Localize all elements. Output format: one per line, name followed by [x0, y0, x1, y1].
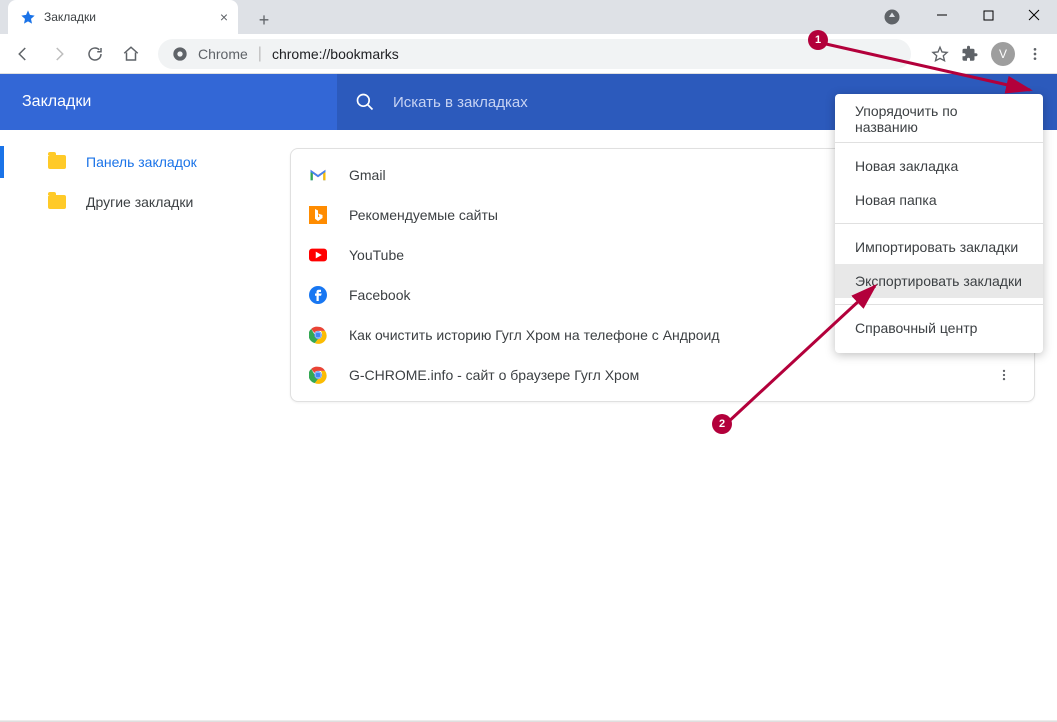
bookmark-label: Gmail: [349, 167, 386, 183]
menu-export-bookmarks[interactable]: Экспортировать закладки: [835, 264, 1043, 298]
menu-separator: [835, 142, 1043, 143]
star-icon: [20, 9, 36, 25]
menu-separator: [835, 223, 1043, 224]
bookmark-label: G-CHROME.info - сайт о браузере Гугл Хро…: [349, 367, 639, 383]
address-bar[interactable]: Chrome | chrome://bookmarks: [158, 39, 911, 69]
chrome-favicon-icon: [309, 366, 327, 384]
menu-import-bookmarks[interactable]: Импортировать закладки: [835, 230, 1043, 264]
sidebar-item-label: Другие закладки: [86, 194, 193, 210]
menu-separator: [835, 304, 1043, 305]
facebook-icon: [309, 286, 327, 304]
bookmark-star-icon[interactable]: [931, 45, 949, 63]
close-window-button[interactable]: [1011, 0, 1057, 30]
folder-icon: [48, 155, 66, 169]
bookmark-label: YouTube: [349, 247, 404, 263]
sidebar-item-label: Панель закладок: [86, 154, 197, 170]
back-button[interactable]: [8, 39, 38, 69]
gmail-icon: [309, 166, 327, 184]
chrome-favicon-icon: [309, 326, 327, 344]
bookmark-row[interactable]: G-CHROME.info - сайт о браузере Гугл Хро…: [291, 355, 1034, 395]
menu-new-bookmark[interactable]: Новая закладка: [835, 149, 1043, 183]
omnibox-url: chrome://bookmarks: [272, 46, 399, 62]
bing-icon: [309, 206, 327, 224]
browser-tab[interactable]: Закладки ×: [8, 0, 238, 34]
tab-close-icon[interactable]: ×: [220, 9, 228, 25]
toolbar-actions: V: [931, 42, 1043, 66]
maximize-button[interactable]: [965, 0, 1011, 30]
extensions-icon[interactable]: [961, 45, 979, 63]
tab-title: Закладки: [44, 10, 96, 24]
sidebar-item-other-bookmarks[interactable]: Другие закладки: [0, 182, 290, 222]
menu-help-center[interactable]: Справочный центр: [835, 311, 1043, 345]
home-button[interactable]: [116, 39, 146, 69]
omnibox-separator: |: [258, 45, 262, 63]
chrome-menu-icon[interactable]: [1027, 46, 1043, 62]
menu-new-folder[interactable]: Новая папка: [835, 183, 1043, 217]
annotation-badge-1: 1: [808, 30, 828, 50]
window-titlebar: Закладки × +: [0, 0, 1057, 34]
search-placeholder: Искать в закладках: [393, 94, 528, 111]
sidebar-item-bookmarks-bar[interactable]: Панель закладок: [0, 142, 290, 182]
new-tab-button[interactable]: +: [250, 6, 278, 34]
window-controls: [919, 0, 1057, 34]
menu-sort-by-name[interactable]: Упорядочить по названию: [835, 102, 1043, 136]
page-title: Закладки: [22, 93, 91, 111]
bookmark-label: Как очистить историю Гугл Хром на телефо…: [349, 327, 720, 343]
folder-icon: [48, 195, 66, 209]
youtube-icon: [309, 246, 327, 264]
organize-menu: Упорядочить по названию Новая закладка Н…: [835, 94, 1043, 353]
browser-toolbar: Chrome | chrome://bookmarks V: [0, 34, 1057, 74]
forward-button[interactable]: [44, 39, 74, 69]
chrome-icon: [172, 46, 188, 62]
search-icon: [355, 92, 375, 112]
bookmark-label: Facebook: [349, 287, 410, 303]
account-indicator-icon[interactable]: [883, 8, 901, 26]
bookmark-label: Рекомендуемые сайты: [349, 207, 498, 223]
omnibox-origin: Chrome: [198, 46, 248, 62]
reload-button[interactable]: [80, 39, 110, 69]
minimize-button[interactable]: [919, 0, 965, 30]
annotation-badge-2: 2: [712, 414, 732, 434]
profile-avatar[interactable]: V: [991, 42, 1015, 66]
sidebar: Панель закладок Другие закладки: [0, 130, 290, 722]
row-more-icon[interactable]: [992, 363, 1016, 387]
